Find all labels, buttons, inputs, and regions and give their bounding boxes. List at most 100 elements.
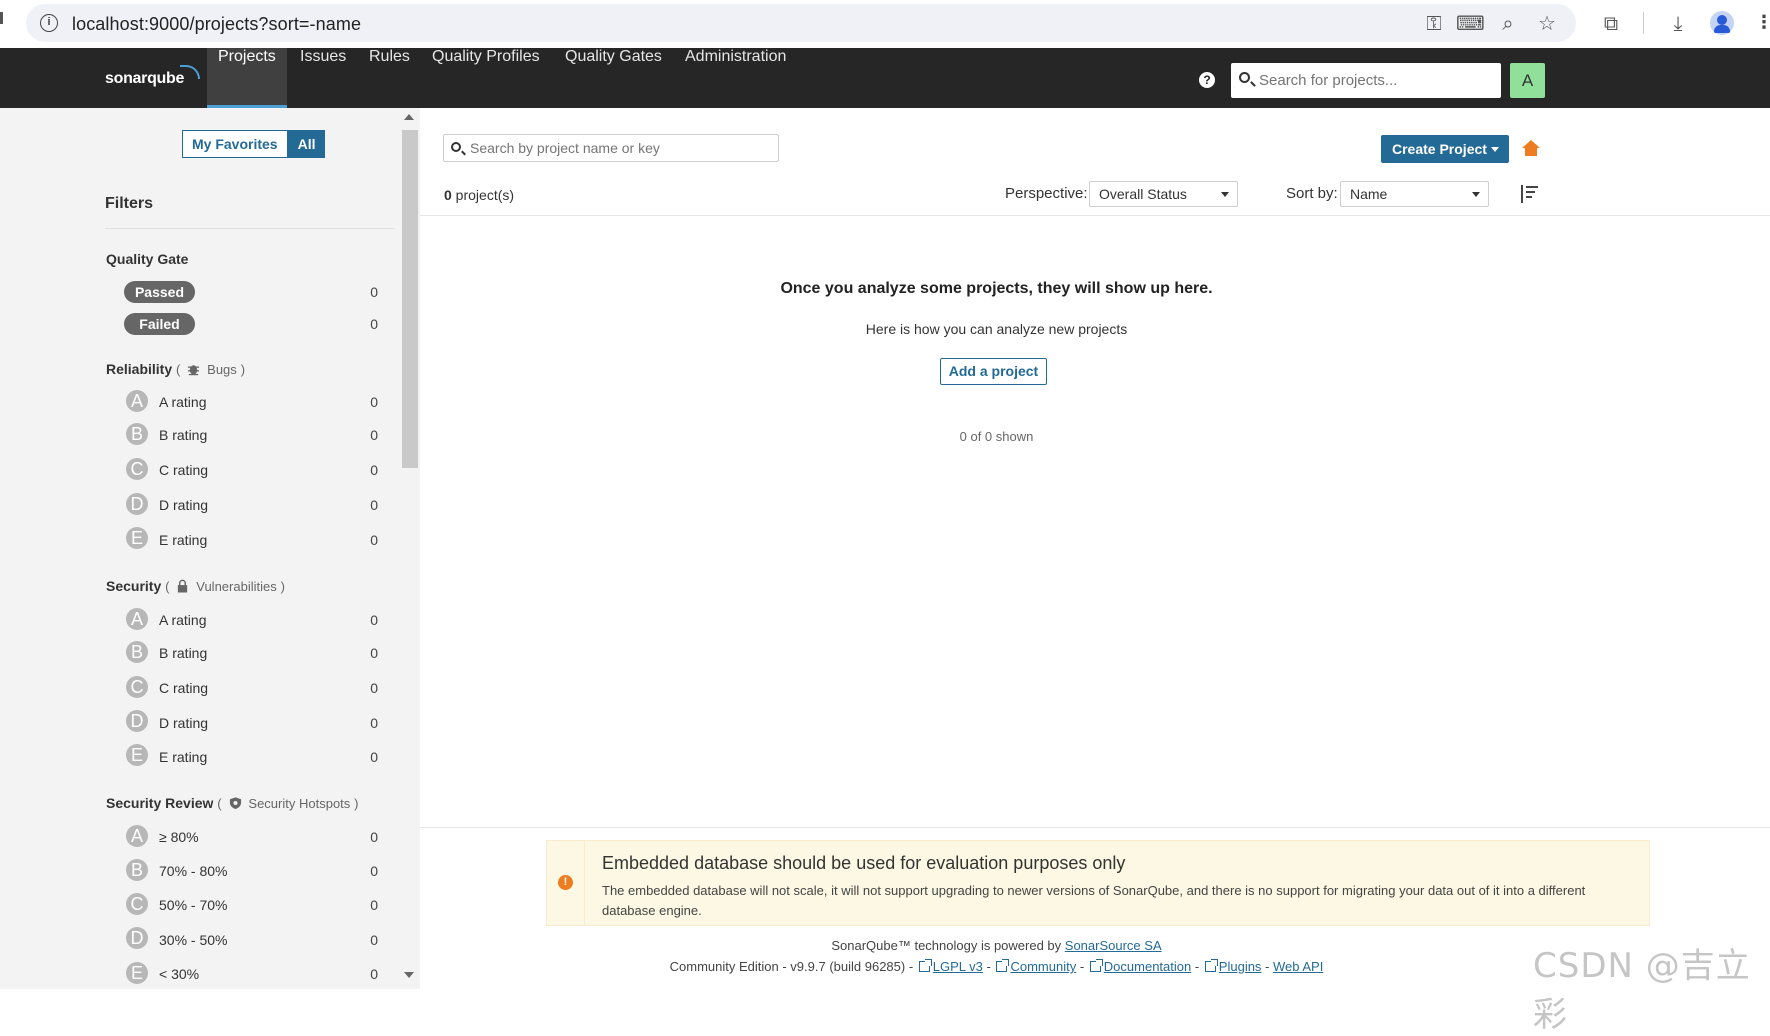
scroll-up-arrow-icon[interactable] <box>404 114 414 120</box>
edition-text: Community Edition - v9.9.7 (build 96285)… <box>669 959 914 974</box>
hotspots-30-count: 0 <box>370 966 378 982</box>
reliability-e-filter[interactable]: E rating <box>159 532 207 548</box>
reliability-b-count: 0 <box>370 427 378 443</box>
security-e-count: 0 <box>370 749 378 765</box>
search-icon <box>451 142 461 152</box>
plugins-link[interactable]: Plugins <box>1219 959 1262 974</box>
sort-order-icon[interactable] <box>1521 184 1539 204</box>
rating-a-icon: A <box>126 825 148 847</box>
sort-select[interactable]: Name <box>1340 181 1489 207</box>
security-b-filter[interactable]: B rating <box>159 645 207 661</box>
reliability-c-filter[interactable]: C rating <box>159 462 208 478</box>
empty-state-subtitle: Here is how you can analyze new projects <box>865 321 1128 337</box>
project-search[interactable] <box>443 134 779 162</box>
menu-dots-icon[interactable]: ⋮ <box>1755 12 1770 33</box>
divider <box>420 215 1770 216</box>
avatar[interactable]: A <box>1510 63 1545 98</box>
profile-icon[interactable] <box>1710 11 1734 35</box>
rating-c-icon: C <box>126 458 148 480</box>
documentation-link[interactable]: Documentation <box>1104 959 1191 974</box>
hotspots-70-80-filter[interactable]: 70% - 80% <box>159 863 227 879</box>
extensions-icon[interactable]: ⧉ <box>1598 10 1624 36</box>
rating-e-icon: E <box>126 527 148 549</box>
nav-rules[interactable]: Rules <box>369 48 410 108</box>
rating-d-icon: D <box>126 927 148 949</box>
rating-c-icon: C <box>126 893 148 915</box>
passed-count: 0 <box>370 284 378 300</box>
community-link[interactable]: Community <box>1010 959 1076 974</box>
url-text[interactable]: localhost:9000/projects?sort=-name <box>72 14 361 35</box>
chevron-down-icon <box>1491 147 1499 152</box>
security-e-filter[interactable]: E rating <box>159 749 207 765</box>
rating-a-icon: A <box>126 608 148 630</box>
bookmark-star-icon[interactable]: ☆ <box>1534 10 1560 36</box>
sonarsource-link[interactable]: SonarSource SA <box>1065 938 1162 953</box>
shield-icon <box>229 797 241 810</box>
nav-issues[interactable]: Issues <box>300 48 346 108</box>
web-api-link[interactable]: Web API <box>1273 959 1323 974</box>
nav-administration[interactable]: Administration <box>685 48 786 108</box>
project-count-number: 0 <box>444 187 452 203</box>
nav-quality-gates[interactable]: Quality Gates <box>565 48 662 108</box>
reliability-a-count: 0 <box>370 394 378 410</box>
key-icon[interactable]: ⚿ <box>1421 10 1447 36</box>
external-link-icon <box>1204 959 1218 972</box>
all-button[interactable]: All <box>287 130 326 158</box>
hotspots-80-filter[interactable]: ≥ 80% <box>159 829 199 845</box>
reliability-b-filter[interactable]: B rating <box>159 427 207 443</box>
csdn-watermark: CSDN @吉立彩 <box>1533 946 1751 1035</box>
rating-b-icon: B <box>126 423 148 445</box>
download-icon[interactable]: ⤓ <box>1665 10 1691 36</box>
reliability-a-filter[interactable]: A rating <box>159 394 206 410</box>
security-label: Security <box>106 578 162 594</box>
address-bar[interactable]: i localhost:9000/projects?sort=-name <box>26 4 1576 42</box>
global-search[interactable] <box>1231 63 1501 98</box>
reliability-e-count: 0 <box>370 532 378 548</box>
nav-quality-profiles[interactable]: Quality Profiles <box>432 48 540 108</box>
global-search-input[interactable] <box>1259 69 1489 91</box>
home-icon[interactable] <box>1522 140 1540 156</box>
security-d-count: 0 <box>370 715 378 731</box>
site-info-icon[interactable]: i <box>40 14 58 32</box>
bug-icon <box>188 365 200 376</box>
nav-projects[interactable]: Projects <box>207 48 287 108</box>
help-icon[interactable]: ? <box>1199 72 1215 88</box>
security-a-filter[interactable]: A rating <box>159 612 206 628</box>
zoom-icon[interactable]: ⌕ <box>1495 10 1521 36</box>
quality-gate-title: Quality Gate <box>106 251 189 267</box>
add-project-button[interactable]: Add a project <box>940 358 1047 385</box>
window-edge-marker <box>0 12 3 24</box>
footer-powered-by: SonarQube™ technology is powered by Sona… <box>420 938 1573 953</box>
reliability-c-count: 0 <box>370 462 378 478</box>
projects-main: Create Project 0 project(s) Perspective:… <box>420 108 1770 989</box>
reliability-title: Reliability ( Bugs ) <box>106 361 245 377</box>
embedded-db-warning: ! Embedded database should be used for e… <box>546 840 1650 926</box>
hotspots-50-70-filter[interactable]: 50% - 70% <box>159 897 227 913</box>
lgpl-link[interactable]: LGPL v3 <box>933 959 983 974</box>
sonarqube-logo[interactable]: sonarqube <box>105 70 184 88</box>
passed-filter[interactable]: Passed <box>124 281 195 303</box>
top-navbar: sonarqube Projects Issues Rules Quality … <box>0 48 1770 108</box>
hotspots-30-filter[interactable]: < 30% <box>159 966 199 982</box>
security-review-title: Security Review ( Security Hotspots ) <box>106 795 359 811</box>
hotspots-80-count: 0 <box>370 829 378 845</box>
reliability-d-filter[interactable]: D rating <box>159 497 208 513</box>
rating-b-icon: B <box>126 859 148 881</box>
perspective-select[interactable]: Overall Status <box>1089 181 1238 207</box>
empty-state-title: Once you analyze some projects, they wil… <box>780 280 1213 297</box>
security-d-filter[interactable]: D rating <box>159 715 208 731</box>
project-search-input[interactable] <box>470 139 770 157</box>
divider <box>420 827 1770 828</box>
my-favorites-button[interactable]: My Favorites <box>182 130 288 158</box>
filters-sidebar: My Favorites All Filters Quality Gate Pa… <box>0 108 420 989</box>
scroll-down-arrow-icon[interactable] <box>404 972 414 978</box>
failed-filter[interactable]: Failed <box>124 313 195 335</box>
search-icon <box>1239 72 1250 83</box>
security-c-filter[interactable]: C rating <box>159 680 208 696</box>
translate-icon[interactable]: ⌨ <box>1456 10 1485 36</box>
hotspots-30-50-filter[interactable]: 30% - 50% <box>159 932 227 948</box>
create-project-button[interactable]: Create Project <box>1381 135 1509 163</box>
external-link-icon <box>918 959 932 972</box>
scrollbar-thumb[interactable] <box>402 130 418 468</box>
paren-close: ) <box>354 796 359 811</box>
